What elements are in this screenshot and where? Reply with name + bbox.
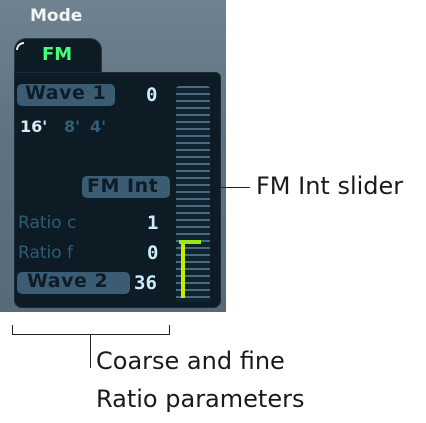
octave-4-option[interactable]: 4' <box>90 117 106 136</box>
wave2-label: Wave 2 <box>27 270 109 292</box>
ratio-callout-line1: Coarse and fine <box>96 347 285 375</box>
ratio-coarse-value[interactable]: 1 <box>147 212 158 234</box>
ratio-bracket-right <box>169 325 170 335</box>
wave2-value[interactable]: 36 <box>134 272 157 294</box>
ratio-callout-line2: Ratio parameters <box>96 385 305 413</box>
fm-int-callout-line <box>220 187 250 188</box>
octave-16-option[interactable]: 16' <box>20 117 47 136</box>
wave1-value[interactable]: 0 <box>146 84 157 106</box>
ratio-coarse-label: Ratio c <box>18 213 77 233</box>
ratio-fine-value[interactable]: 0 <box>147 242 158 264</box>
octave-8-option[interactable]: 8' <box>64 117 80 136</box>
fm-int-slider-fill <box>181 242 185 298</box>
fm-int-callout: FM Int slider <box>256 172 404 200</box>
ratio-fine-label: Ratio f <box>18 243 74 263</box>
tab-fm-label: FM <box>42 44 73 65</box>
fm-synth-panel: Mode FM Wave 1 0 16' 8' 4' FM Int Ratio … <box>0 0 226 312</box>
ratio-bracket-bottom <box>12 334 170 335</box>
wave1-label: Wave 1 <box>25 82 107 104</box>
fm-int-label: FM Int <box>87 175 159 197</box>
mode-label: Mode <box>30 6 83 26</box>
fm-int-slider-handle[interactable] <box>179 240 201 244</box>
ratio-callout-stem <box>90 334 91 368</box>
